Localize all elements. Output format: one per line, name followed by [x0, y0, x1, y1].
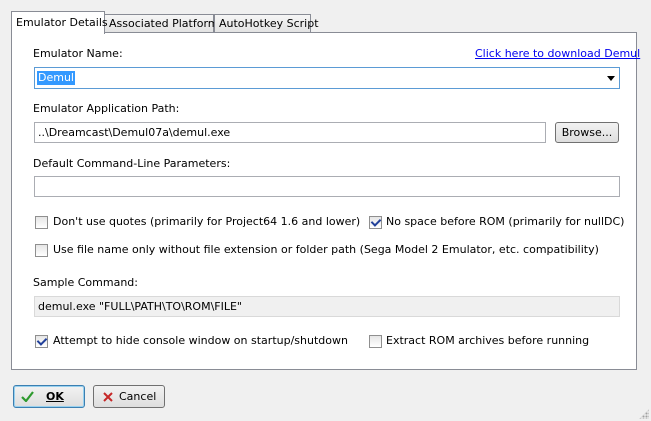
sample-command-label: Sample Command:	[33, 276, 138, 289]
resize-grip[interactable]	[639, 409, 649, 419]
no-quotes-checkbox[interactable]	[35, 216, 48, 229]
app-path-input[interactable]: ..\Dreamcast\Demul07a\demul.exe	[34, 122, 546, 143]
sample-command-field: demul.exe "FULL\PATH\TO\ROM\FILE"	[34, 296, 620, 317]
tab-emulator-details[interactable]: Emulator Details	[11, 11, 108, 34]
extract-rom-checkbox[interactable]	[369, 335, 382, 348]
download-emulator-link[interactable]: Click here to download Demul	[475, 47, 640, 60]
emulator-name-value: Demul	[37, 71, 75, 85]
chevron-down-icon[interactable]	[607, 76, 615, 81]
cancel-button-label: Cancel	[119, 390, 157, 403]
no-space-checkbox[interactable]	[369, 216, 382, 229]
checkmark-icon	[21, 391, 34, 402]
ok-button[interactable]: OK	[13, 385, 85, 408]
tab-autohotkey-script[interactable]: AutoHotkey Script	[214, 14, 319, 32]
no-space-label: No space before ROM (primarily for nullD…	[386, 215, 625, 228]
app-path-label: Emulator Application Path:	[33, 102, 180, 115]
hide-console-checkbox[interactable]	[35, 335, 48, 348]
no-quotes-label: Don't use quotes (primarily for Project6…	[53, 215, 361, 228]
emulator-name-label: Emulator Name:	[33, 47, 123, 60]
file-name-only-checkbox[interactable]	[35, 244, 48, 257]
tab-associated-platforms[interactable]: Associated Platforms	[104, 14, 224, 32]
cancel-button[interactable]: Cancel	[93, 385, 165, 408]
params-input[interactable]	[34, 176, 620, 197]
hide-console-label: Attempt to hide console window on startu…	[53, 334, 348, 347]
file-name-only-label: Use file name only without file extensio…	[53, 243, 599, 256]
close-icon	[103, 392, 113, 402]
params-label: Default Command-Line Parameters:	[33, 157, 231, 170]
ok-button-label: OK	[46, 390, 64, 403]
emulator-details-panel: Emulator Name: Click here to download De…	[11, 32, 640, 370]
extract-rom-label: Extract ROM archives before running	[386, 334, 590, 347]
emulator-name-combobox[interactable]: Demul	[34, 67, 620, 89]
browse-button[interactable]: Browse...	[555, 122, 619, 143]
